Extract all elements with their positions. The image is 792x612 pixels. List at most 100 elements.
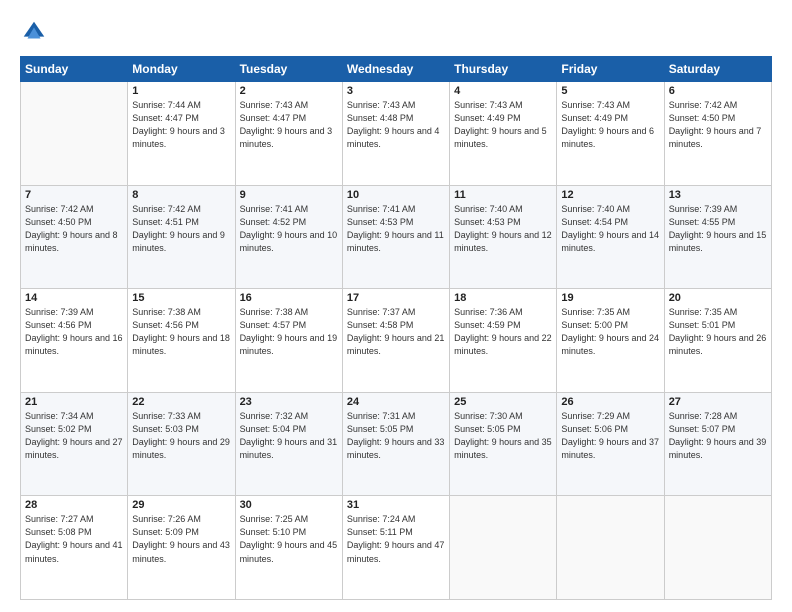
calendar-cell: 7Sunrise: 7:42 AMSunset: 4:50 PMDaylight… <box>21 185 128 289</box>
calendar-cell: 29Sunrise: 7:26 AMSunset: 5:09 PMDayligh… <box>128 496 235 600</box>
day-info: Sunrise: 7:31 AMSunset: 5:05 PMDaylight:… <box>347 410 445 462</box>
calendar-cell <box>664 496 771 600</box>
sunset-text: Sunset: 5:05 PM <box>454 423 552 436</box>
day-info: Sunrise: 7:25 AMSunset: 5:10 PMDaylight:… <box>240 513 338 565</box>
day-number: 10 <box>347 189 445 201</box>
calendar-cell: 13Sunrise: 7:39 AMSunset: 4:55 PMDayligh… <box>664 185 771 289</box>
daylight-text: Daylight: 9 hours and 6 minutes. <box>561 125 659 151</box>
daylight-text: Daylight: 9 hours and 5 minutes. <box>454 125 552 151</box>
day-info: Sunrise: 7:42 AMSunset: 4:50 PMDaylight:… <box>669 99 767 151</box>
sunrise-text: Sunrise: 7:35 AM <box>561 306 659 319</box>
daylight-text: Daylight: 9 hours and 16 minutes. <box>25 332 123 358</box>
sunrise-text: Sunrise: 7:42 AM <box>25 203 123 216</box>
day-number: 20 <box>669 292 767 304</box>
calendar-cell: 11 Sunrise: 7:40 AMSunset: 4:53 PMDayligh… <box>450 185 557 289</box>
day-number: 14 <box>25 292 123 304</box>
sunset-text: Sunset: 4:54 PM <box>561 216 659 229</box>
day-number: 9 <box>240 189 338 201</box>
daylight-text: Daylight: 9 hours and 19 minutes. <box>240 332 338 358</box>
day-number: 2 <box>240 85 338 97</box>
sunset-text: Sunset: 4:50 PM <box>25 216 123 229</box>
daylight-text: Daylight: 9 hours and 21 minutes. <box>347 332 445 358</box>
day-info: Sunrise: 7:39 AMSunset: 4:55 PMDaylight:… <box>669 203 767 255</box>
day-info: Sunrise: 7:38 AMSunset: 4:57 PMDaylight:… <box>240 306 338 358</box>
sunset-text: Sunset: 5:11 PM <box>347 526 445 539</box>
day-info: Sunrise: 7:30 AMSunset: 5:05 PMDaylight:… <box>454 410 552 462</box>
day-info: Sunrise: 7:32 AMSunset: 5:04 PMDaylight:… <box>240 410 338 462</box>
daylight-text: Daylight: 9 hours and 3 minutes. <box>240 125 338 151</box>
day-info: Sunrise: 7:42 AMSunset: 4:50 PMDaylight:… <box>25 203 123 255</box>
sunrise-text: Sunrise: 7:43 AM <box>240 99 338 112</box>
sunset-text: Sunset: 5:04 PM <box>240 423 338 436</box>
day-number: 18 <box>454 292 552 304</box>
sunset-text: Sunset: 4:48 PM <box>347 112 445 125</box>
daylight-text: Daylight: 9 hours and 24 minutes. <box>561 332 659 358</box>
sunrise-text: Sunrise: 7:36 AM <box>454 306 552 319</box>
sunset-text: Sunset: 4:53 PM <box>347 216 445 229</box>
day-number: 15 <box>132 292 230 304</box>
day-info: Sunrise: 7:38 AMSunset: 4:56 PMDaylight:… <box>132 306 230 358</box>
day-info: Sunrise: 7:35 AMSunset: 5:00 PMDaylight:… <box>561 306 659 358</box>
daylight-text: Daylight: 9 hours and 4 minutes. <box>347 125 445 151</box>
day-number: 26 <box>561 396 659 408</box>
calendar-cell: 27Sunrise: 7:28 AMSunset: 5:07 PMDayligh… <box>664 392 771 496</box>
daylight-text: Daylight: 9 hours and 22 minutes. <box>454 332 552 358</box>
sunrise-text: Sunrise: 7:29 AM <box>561 410 659 423</box>
calendar-cell: 14Sunrise: 7:39 AMSunset: 4:56 PMDayligh… <box>21 289 128 393</box>
day-info: Sunrise: 7:40 AMSunset: 4:53 PMDaylight:… <box>454 203 552 255</box>
day-number: 31 <box>347 499 445 511</box>
calendar-cell: 31Sunrise: 7:24 AMSunset: 5:11 PMDayligh… <box>342 496 449 600</box>
calendar-table: SundayMondayTuesdayWednesdayThursdayFrid… <box>20 56 772 600</box>
sunset-text: Sunset: 4:56 PM <box>132 319 230 332</box>
day-number: 11 <box>454 189 552 201</box>
day-number: 8 <box>132 189 230 201</box>
calendar-cell: 3Sunrise: 7:43 AMSunset: 4:48 PMDaylight… <box>342 82 449 186</box>
col-header-friday: Friday <box>557 57 664 82</box>
day-number: 23 <box>240 396 338 408</box>
daylight-text: Daylight: 9 hours and 35 minutes. <box>454 436 552 462</box>
day-number: 6 <box>669 85 767 97</box>
day-number: 25 <box>454 396 552 408</box>
calendar-week-row: 14Sunrise: 7:39 AMSunset: 4:56 PMDayligh… <box>21 289 772 393</box>
daylight-text: Daylight: 9 hours and 9 minutes. <box>132 229 230 255</box>
sunrise-text: Sunrise: 7:35 AM <box>669 306 767 319</box>
calendar-cell <box>450 496 557 600</box>
day-number: 19 <box>561 292 659 304</box>
sunrise-text: Sunrise: 7:40 AM <box>454 203 552 216</box>
sunrise-text: Sunrise: 7:41 AM <box>347 203 445 216</box>
daylight-text: Daylight: 9 hours and 3 minutes. <box>132 125 230 151</box>
daylight-text: Daylight: 9 hours and 7 minutes. <box>669 125 767 151</box>
sunset-text: Sunset: 4:55 PM <box>669 216 767 229</box>
calendar-cell: 26 Sunrise: 7:29 AMSunset: 5:06 PMDayligh… <box>557 392 664 496</box>
day-info: Sunrise: 7:41 AMSunset: 4:52 PMDaylight:… <box>240 203 338 255</box>
sunrise-text: Sunrise: 7:42 AM <box>132 203 230 216</box>
sunset-text: Sunset: 4:51 PM <box>132 216 230 229</box>
logo <box>20 18 52 46</box>
day-number: 17 <box>347 292 445 304</box>
daylight-text: Daylight: 9 hours and 37 minutes. <box>561 436 659 462</box>
sunset-text: Sunset: 5:10 PM <box>240 526 338 539</box>
sunset-text: Sunset: 4:56 PM <box>25 319 123 332</box>
sunrise-text: Sunrise: 7:31 AM <box>347 410 445 423</box>
sunrise-text: Sunrise: 7:43 AM <box>561 99 659 112</box>
day-number: 29 <box>132 499 230 511</box>
calendar-week-row: 21Sunrise: 7:34 AMSunset: 5:02 PMDayligh… <box>21 392 772 496</box>
day-number: 30 <box>240 499 338 511</box>
sunset-text: Sunset: 4:59 PM <box>454 319 552 332</box>
sunrise-text: Sunrise: 7:30 AM <box>454 410 552 423</box>
sunset-text: Sunset: 5:05 PM <box>347 423 445 436</box>
sunset-text: Sunset: 4:52 PM <box>240 216 338 229</box>
sunrise-text: Sunrise: 7:32 AM <box>240 410 338 423</box>
sunrise-text: Sunrise: 7:37 AM <box>347 306 445 319</box>
calendar-cell: 6 Sunrise: 7:42 AMSunset: 4:50 PMDaylight… <box>664 82 771 186</box>
daylight-text: Daylight: 9 hours and 10 minutes. <box>240 229 338 255</box>
page: SundayMondayTuesdayWednesdayThursdayFrid… <box>0 0 792 612</box>
day-number: 22 <box>132 396 230 408</box>
daylight-text: Daylight: 9 hours and 12 minutes. <box>454 229 552 255</box>
day-info: Sunrise: 7:28 AMSunset: 5:07 PMDaylight:… <box>669 410 767 462</box>
day-info: Sunrise: 7:35 AMSunset: 5:01 PMDaylight:… <box>669 306 767 358</box>
daylight-text: Daylight: 9 hours and 47 minutes. <box>347 539 445 565</box>
sunrise-text: Sunrise: 7:34 AM <box>25 410 123 423</box>
day-info: Sunrise: 7:29 AMSunset: 5:06 PMDaylight:… <box>561 410 659 462</box>
calendar-week-row: 7Sunrise: 7:42 AMSunset: 4:50 PMDaylight… <box>21 185 772 289</box>
